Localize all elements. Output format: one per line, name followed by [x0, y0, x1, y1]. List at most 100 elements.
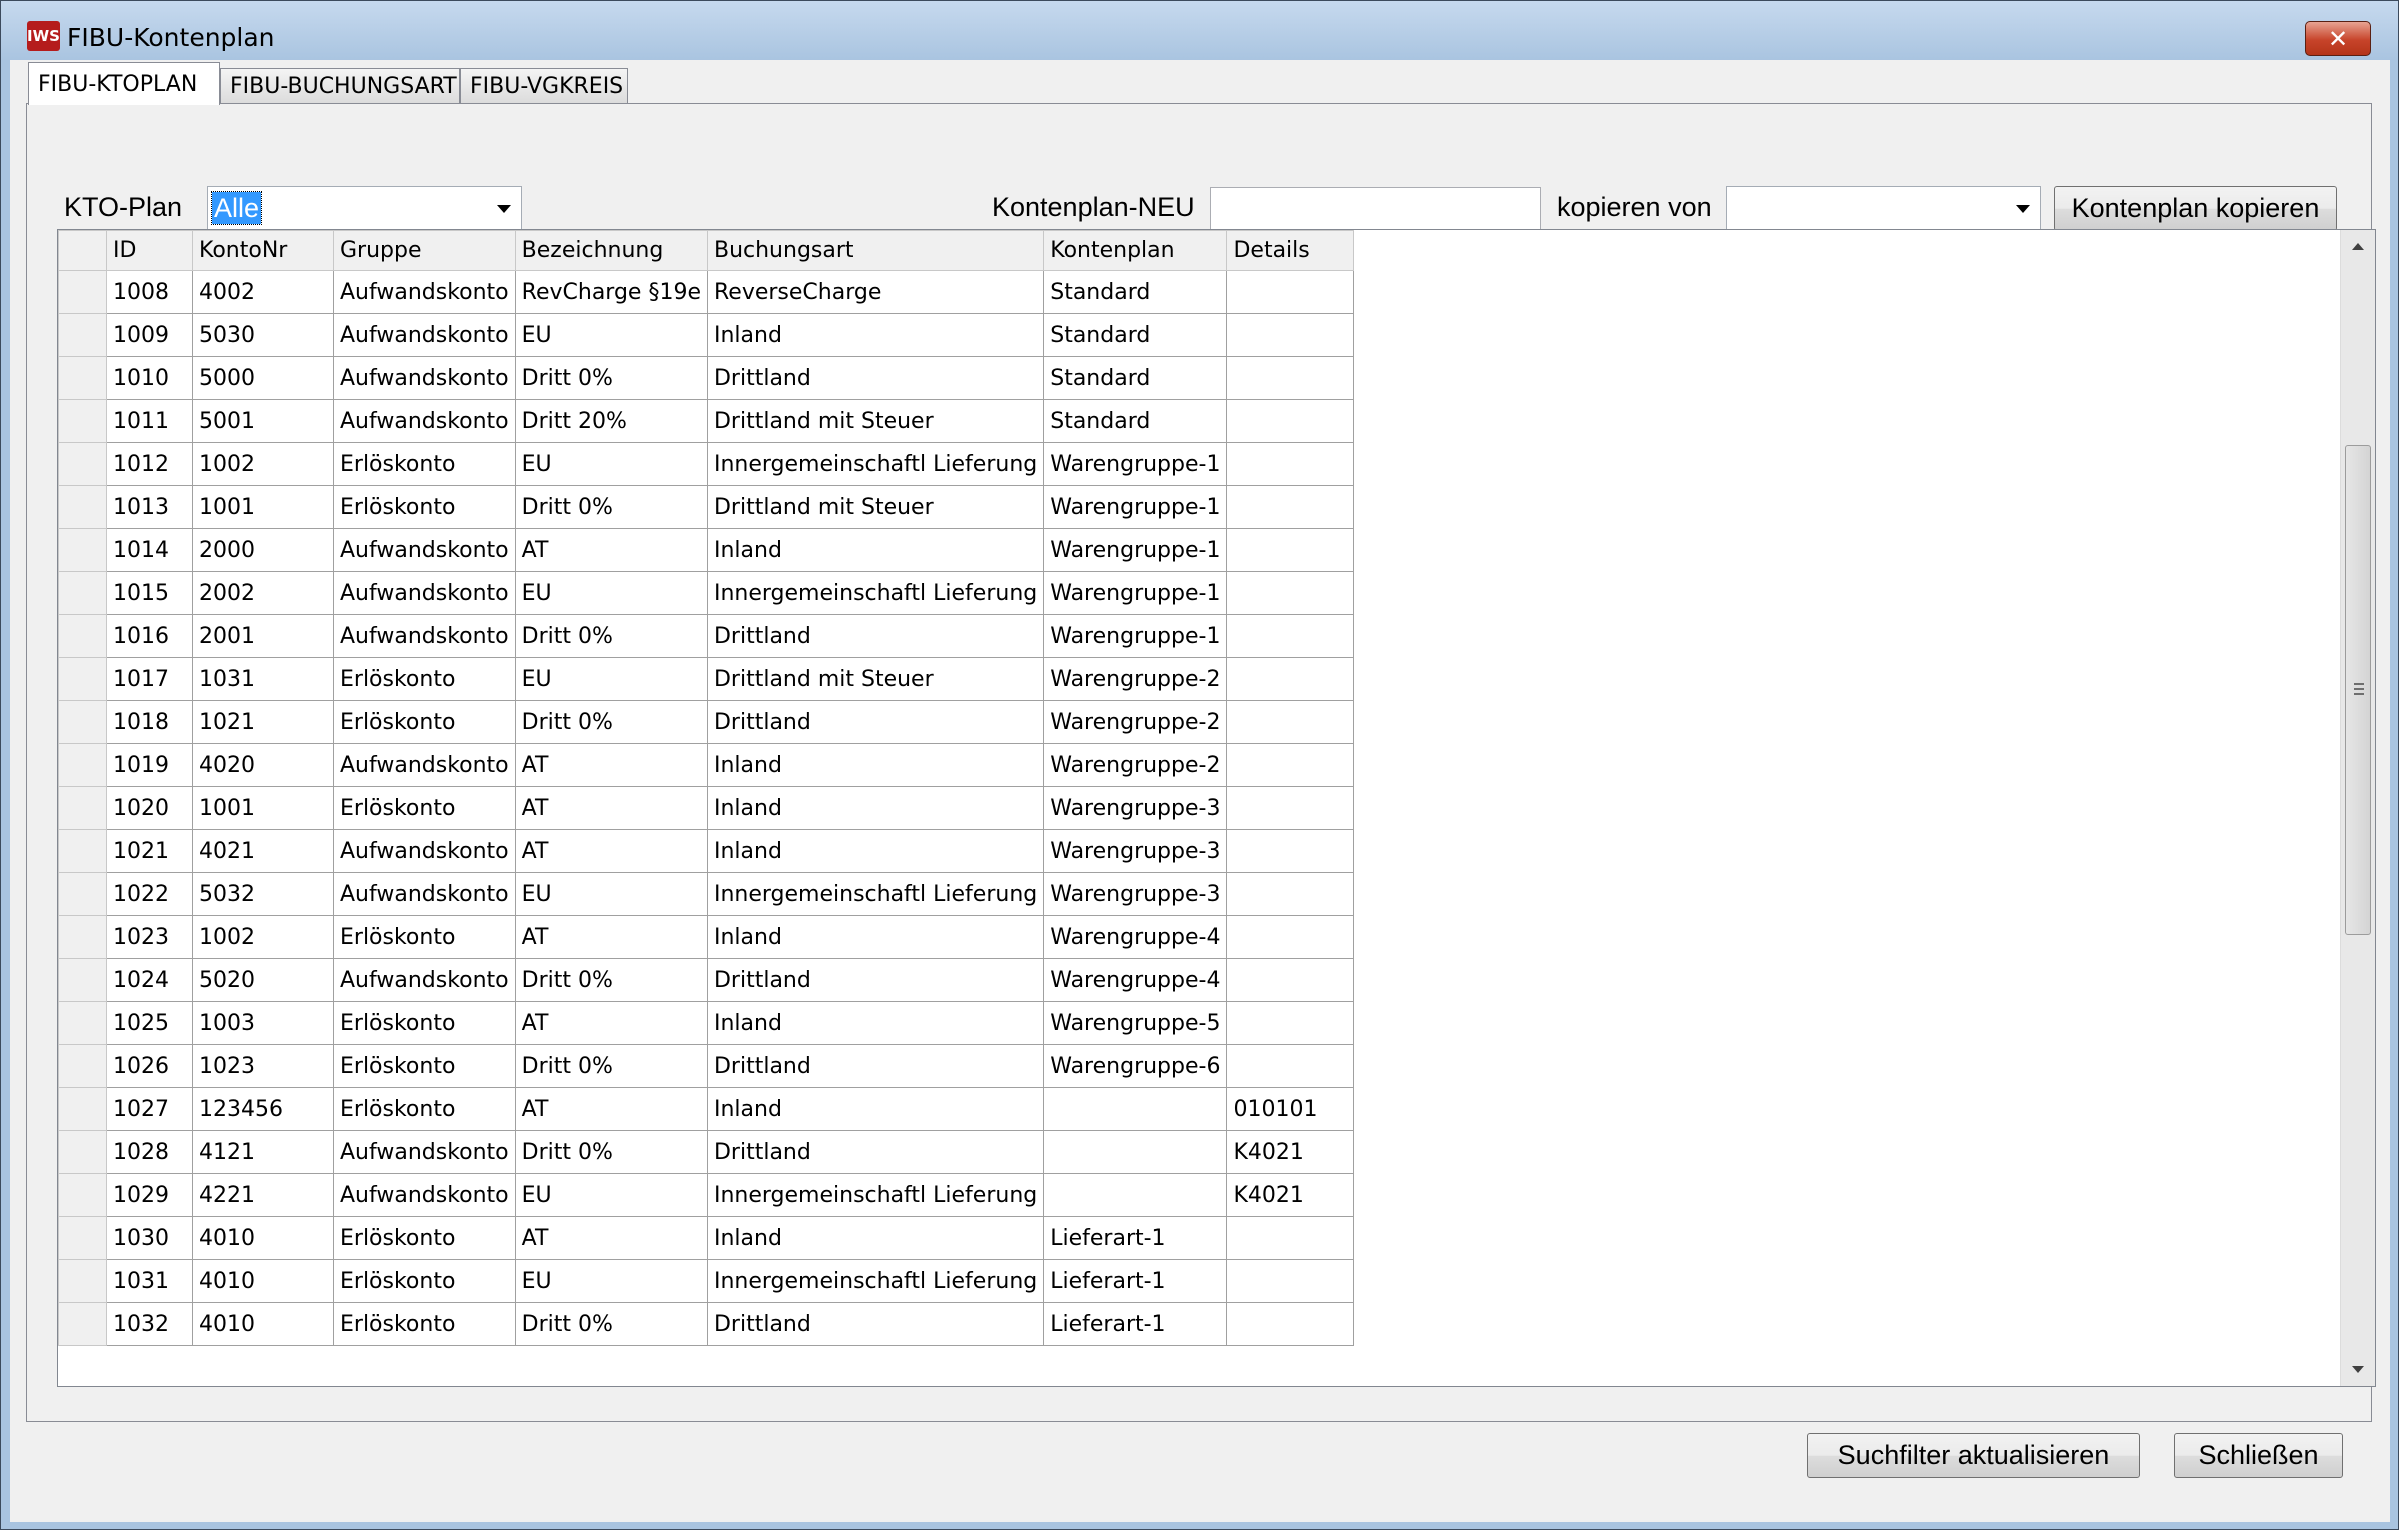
cell-bezeichnung[interactable]: AT	[514, 743, 708, 787]
cell-id[interactable]: 1020	[106, 786, 193, 830]
cell-kontenplan[interactable]: Warengruppe-4	[1043, 915, 1228, 959]
cell-kontenplan[interactable]: Standard	[1043, 356, 1228, 400]
cell-buchungsart[interactable]: Inland	[706, 743, 1045, 787]
cell-details[interactable]	[1226, 528, 1355, 572]
cell-details[interactable]: K4021	[1226, 1130, 1355, 1174]
cell-kontonr[interactable]: 1001	[192, 786, 334, 830]
cell-buchungsart[interactable]: Inland	[706, 1216, 1045, 1260]
cell-buchungsart[interactable]: Inland	[706, 915, 1045, 959]
cell-id[interactable]: 1008	[106, 270, 193, 314]
cell-details[interactable]	[1226, 829, 1355, 873]
column-header-kontonr[interactable]: KontoNr	[192, 230, 334, 271]
table-row[interactable]: 1030 4010 Erlöskonto AT Inland Lieferart-1	[58, 1216, 1355, 1260]
row-header-cell[interactable]	[58, 829, 107, 873]
cell-kontonr[interactable]: 2000	[192, 528, 334, 572]
cell-details[interactable]	[1226, 1259, 1355, 1303]
cell-gruppe[interactable]: Erlöskonto	[333, 485, 516, 529]
cell-details[interactable]	[1226, 786, 1355, 830]
cell-gruppe[interactable]: Erlöskonto	[333, 1044, 516, 1088]
cell-bezeichnung[interactable]: AT	[514, 1001, 708, 1045]
cell-gruppe[interactable]: Erlöskonto	[333, 1001, 516, 1045]
cell-kontonr[interactable]: 1021	[192, 700, 334, 744]
cell-gruppe[interactable]: Aufwandskonto	[333, 614, 516, 658]
cell-kontenplan[interactable]	[1043, 1173, 1228, 1217]
row-header-cell[interactable]	[58, 872, 107, 916]
cell-details[interactable]	[1226, 399, 1355, 443]
cell-gruppe[interactable]: Erlöskonto	[333, 1259, 516, 1303]
cell-bezeichnung[interactable]: Dritt 0%	[514, 1302, 708, 1346]
row-header-cell[interactable]	[58, 958, 107, 1002]
cell-kontenplan[interactable]: Lieferart-1	[1043, 1302, 1228, 1346]
row-header-cell[interactable]	[58, 915, 107, 959]
cell-kontonr[interactable]: 4221	[192, 1173, 334, 1217]
table-row[interactable]: 1026 1023 Erlöskonto Dritt 0% Drittland Waren…	[58, 1044, 1355, 1088]
cell-id[interactable]: 1018	[106, 700, 193, 744]
cell-buchungsart[interactable]: Innergemeinschaftl Lieferung	[706, 1259, 1045, 1303]
row-header-cell[interactable]	[58, 399, 107, 443]
cell-bezeichnung[interactable]: RevCharge §19e	[514, 270, 708, 314]
cell-details[interactable]	[1226, 1044, 1355, 1088]
cell-kontonr[interactable]: 5020	[192, 958, 334, 1002]
cell-gruppe[interactable]: Erlöskonto	[333, 786, 516, 830]
cell-id[interactable]: 1032	[106, 1302, 193, 1346]
vertical-scrollbar[interactable]	[2340, 230, 2375, 1386]
cell-kontonr[interactable]: 1002	[192, 442, 334, 486]
scrollbar-thumb[interactable]	[2345, 445, 2371, 935]
row-header-cell[interactable]	[58, 356, 107, 400]
cell-kontonr[interactable]: 4010	[192, 1216, 334, 1260]
row-header-cell[interactable]	[58, 1173, 107, 1217]
cell-kontenplan[interactable]: Standard	[1043, 313, 1228, 357]
cell-kontonr[interactable]: 5001	[192, 399, 334, 443]
cell-id[interactable]: 1025	[106, 1001, 193, 1045]
tab-fibu-ktoplan[interactable]: FIBU-KTOPLAN	[28, 62, 220, 105]
table-row[interactable]: 1016 2001 Aufwandskonto Dritt 0% Drittland Wa…	[58, 614, 1355, 658]
cell-id[interactable]: 1012	[106, 442, 193, 486]
row-header-cell[interactable]	[58, 700, 107, 744]
cell-buchungsart[interactable]: Drittland	[706, 356, 1045, 400]
cell-kontenplan[interactable]: Warengruppe-2	[1043, 743, 1228, 787]
column-header-kontenplan[interactable]: Kontenplan	[1043, 230, 1228, 271]
row-header-cell[interactable]	[58, 528, 107, 572]
row-header-cell[interactable]	[58, 1044, 107, 1088]
cell-gruppe[interactable]: Erlöskonto	[333, 442, 516, 486]
cell-kontenplan[interactable]: Warengruppe-2	[1043, 700, 1228, 744]
cell-buchungsart[interactable]: ReverseCharge	[706, 270, 1045, 314]
row-header-cell[interactable]	[58, 743, 107, 787]
cell-details[interactable]	[1226, 1216, 1355, 1260]
cell-kontenplan[interactable]: Warengruppe-4	[1043, 958, 1228, 1002]
cell-kontonr[interactable]: 4020	[192, 743, 334, 787]
cell-details[interactable]	[1226, 915, 1355, 959]
cell-kontonr[interactable]: 4010	[192, 1259, 334, 1303]
cell-gruppe[interactable]: Aufwandskonto	[333, 356, 516, 400]
cell-gruppe[interactable]: Erlöskonto	[333, 1216, 516, 1260]
cell-id[interactable]: 1017	[106, 657, 193, 701]
cell-kontonr[interactable]: 5032	[192, 872, 334, 916]
cell-bezeichnung[interactable]: AT	[514, 1087, 708, 1131]
cell-kontenplan[interactable]: Warengruppe-1	[1043, 614, 1228, 658]
cell-bezeichnung[interactable]: Dritt 0%	[514, 958, 708, 1002]
column-header-bezeichnung[interactable]: Bezeichnung	[514, 230, 708, 271]
cell-buchungsart[interactable]: Drittland	[706, 1130, 1045, 1174]
cell-bezeichnung[interactable]: EU	[514, 571, 708, 615]
cell-kontenplan[interactable]: Warengruppe-1	[1043, 442, 1228, 486]
cell-gruppe[interactable]: Aufwandskonto	[333, 1173, 516, 1217]
table-row[interactable]: 1010 5000 Aufwandskonto Dritt 0% Drittland St…	[58, 356, 1355, 400]
row-header-cell[interactable]	[58, 786, 107, 830]
cell-kontenplan[interactable]: Warengruppe-3	[1043, 786, 1228, 830]
cell-gruppe[interactable]: Aufwandskonto	[333, 528, 516, 572]
cell-bezeichnung[interactable]: EU	[514, 1259, 708, 1303]
table-row[interactable]: 1020 1001 Erlöskonto AT Inland Warengruppe-3	[58, 786, 1355, 830]
cell-kontenplan[interactable]: Warengruppe-2	[1043, 657, 1228, 701]
suchfilter-aktualisieren-button[interactable]: Suchfilter aktualisieren	[1807, 1433, 2140, 1478]
cell-buchungsart[interactable]: Drittland	[706, 958, 1045, 1002]
cell-buchungsart[interactable]: Drittland	[706, 1044, 1045, 1088]
cell-details[interactable]	[1226, 485, 1355, 529]
cell-kontonr[interactable]: 2001	[192, 614, 334, 658]
cell-bezeichnung[interactable]: EU	[514, 1173, 708, 1217]
cell-details[interactable]	[1226, 743, 1355, 787]
row-header-cell[interactable]	[58, 270, 107, 314]
cell-kontenplan[interactable]: Warengruppe-1	[1043, 485, 1228, 529]
cell-details[interactable]	[1226, 872, 1355, 916]
table-row[interactable]: 1011 5001 Aufwandskonto Dritt 20% Drittland …	[58, 399, 1355, 443]
cell-kontonr[interactable]: 4010	[192, 1302, 334, 1346]
